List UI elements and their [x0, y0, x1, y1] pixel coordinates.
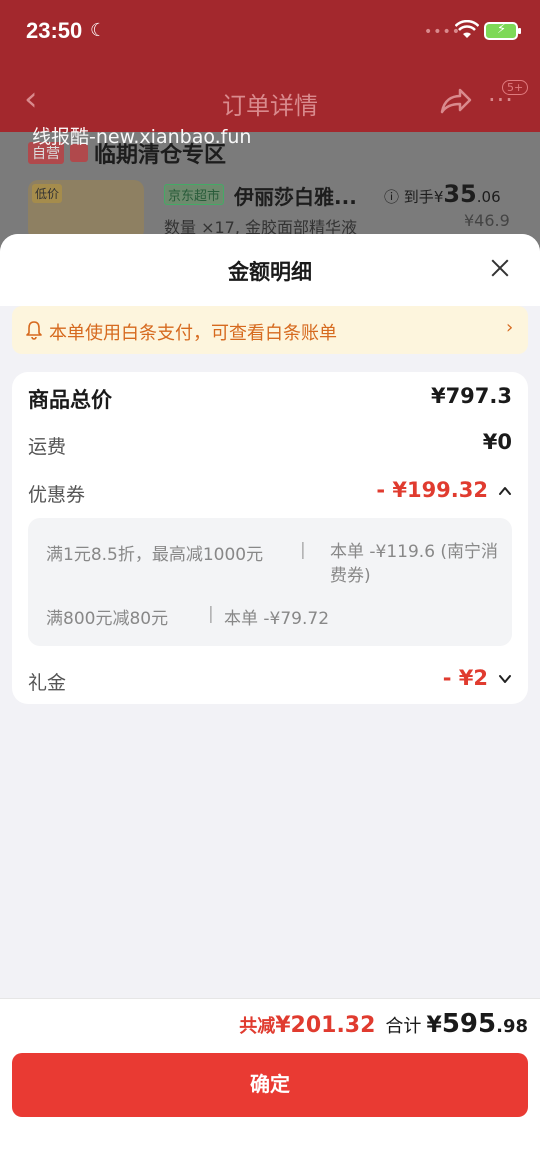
sum-amount: 合计 ¥595.98 — [385, 1009, 528, 1039]
jd-supermarket-tag: 京东超市 — [164, 184, 225, 205]
order-summary: 共减¥201.32 合计 ¥595.98 — [239, 1009, 528, 1039]
saved-amount: 共减¥201.32 — [239, 1012, 375, 1038]
battery-icon: ⚡ — [484, 22, 521, 40]
coupon-1-detail: 本单 -¥119.6 (南宁消费券) — [330, 542, 499, 586]
chevron-right-icon: › — [506, 317, 514, 338]
close-icon[interactable] — [488, 256, 512, 280]
thumb-label: 低价 — [32, 184, 63, 203]
chevron-down-icon[interactable] — [498, 672, 512, 686]
sum-int: 595 — [441, 1009, 497, 1039]
shipping-value: ¥0 — [482, 430, 512, 454]
coupon-2-detail: 本单 -¥79.72 — [224, 609, 330, 629]
arrive-label: 到手 — [403, 188, 434, 206]
chevron-up-icon[interactable] — [498, 484, 512, 498]
share-icon[interactable] — [438, 86, 472, 116]
info-icon: ⓘ — [384, 188, 400, 206]
arrive-currency: ¥ — [433, 188, 444, 206]
product-name: 伊丽莎白雅... — [234, 185, 357, 209]
sum-currency: ¥ — [426, 1013, 442, 1038]
coupon-label[interactable]: 优惠券 — [28, 480, 85, 507]
coupon-1-desc: 满1元8.5折，最高减1000元 — [46, 545, 264, 565]
sum-dec: .98 — [496, 1016, 528, 1037]
status-time: 23:50 — [26, 18, 83, 43]
divider: | — [208, 604, 214, 624]
sum-label: 合计 — [385, 1016, 422, 1037]
sheet-title: 金额明细 — [228, 260, 312, 284]
coupon-2-desc: 满800元减80元 — [46, 609, 169, 629]
saved-value: ¥201.32 — [275, 1013, 376, 1038]
baitiao-notice[interactable]: 本单使用白条支付，可查看白条账单 › — [12, 306, 528, 354]
wifi-icon — [455, 20, 479, 38]
gift-money-value[interactable]: - ¥2 — [443, 666, 488, 690]
footer-bar: 共减¥201.32 合计 ¥595.98 确定 — [0, 998, 540, 1168]
message-badge: 5+ — [502, 80, 529, 95]
total-price-label: 商品总价 — [28, 388, 112, 412]
shipping-label: 运费 — [28, 436, 67, 458]
product-thumbnail: 低价 — [28, 180, 144, 240]
total-price-value: ¥797.3 — [430, 384, 512, 408]
divider: | — [300, 540, 306, 560]
price-breakdown-card: 商品总价 ¥797.3 运费 ¥0 优惠券 - ¥199.32 满1元8.5折，… — [12, 372, 528, 704]
arrive-price-int: 35 — [443, 180, 477, 208]
coupon-detail-box: 满1元8.5折，最高减1000元 | 本单 -¥119.6 (南宁消费券) 满8… — [28, 518, 512, 646]
sheet-header: 金额明细 — [0, 234, 540, 306]
notice-text: 本单使用白条支付，可查看白条账单 — [49, 323, 337, 344]
status-bar: 23:50 ☾ •••• ⚡ — [0, 0, 540, 62]
moon-icon: ☾ — [90, 20, 107, 41]
arrive-price-dec: .06 — [476, 188, 501, 206]
arrive-price: ⓘ 到手¥35.06 — [384, 180, 501, 208]
coupon-value[interactable]: - ¥199.32 — [376, 478, 488, 502]
bell-icon — [26, 321, 42, 340]
original-price: ¥46.9 — [464, 211, 510, 230]
watermark-text: 线报酷-new.xianbao.fun — [32, 126, 252, 148]
confirm-button[interactable]: 确定 — [12, 1053, 528, 1117]
gift-money-label[interactable]: 礼金 — [28, 668, 66, 695]
saved-label: 共减 — [239, 1016, 276, 1037]
